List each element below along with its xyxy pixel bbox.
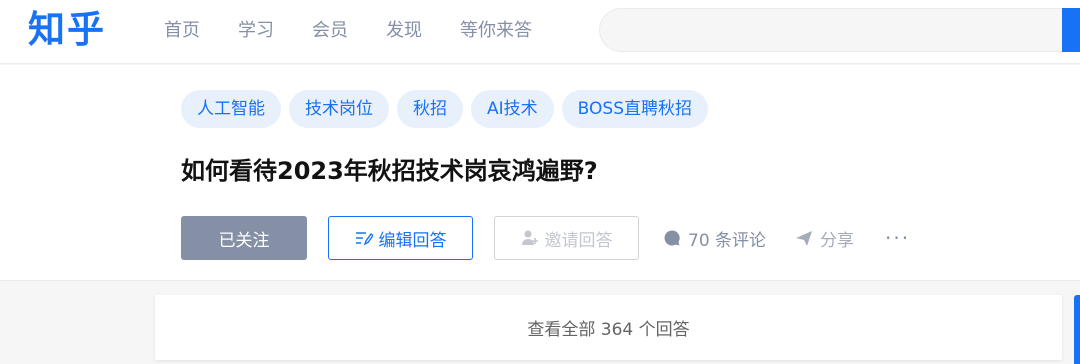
question-header: 人工智能 技术岗位 秋招 AI技术 BOSS直聘秋招 如何看待2023年秋招技术… [0,65,1080,281]
topic-tag[interactable]: 人工智能 [181,90,281,128]
nav-learn[interactable]: 学习 [238,18,274,44]
topic-tag[interactable]: 秋招 [397,90,463,128]
search-button[interactable] [1062,8,1080,52]
search-input[interactable] [600,9,1068,51]
nav-waiting-answers[interactable]: 等你来答 [460,18,532,44]
more-options-button[interactable]: ··· [885,216,910,260]
comments-button[interactable]: 70 条评论 [663,216,766,260]
topic-tag[interactable]: AI技术 [471,90,554,128]
topic-list: 人工智能 技术岗位 秋招 AI技术 BOSS直聘秋招 [181,90,716,128]
share-icon [796,231,812,246]
edit-icon [355,232,373,246]
comment-icon [664,230,680,246]
top-bar: 知乎 首页 学习 会员 发现 等你来答 [0,0,1080,64]
invite-answer-button[interactable]: 邀请回答 [494,216,639,260]
follow-label: 已关注 [218,230,270,251]
topic-tag[interactable]: 技术岗位 [289,90,389,128]
side-panel-edge [1074,295,1080,364]
follow-button[interactable]: 已关注 [181,216,307,260]
nav-discover[interactable]: 发现 [386,18,422,44]
search-box [599,8,1069,52]
invite-user-icon [521,230,538,245]
invite-answer-label: 邀请回答 [544,230,613,251]
view-all-answers-label: 查看全部 364 个回答 [527,320,690,340]
main-nav: 首页 学习 会员 发现 等你来答 [164,18,570,44]
question-actions: 已关注 编辑回答 邀请回答 70 条评论 分享 ··· [181,216,921,260]
edit-answer-button[interactable]: 编辑回答 [328,216,473,260]
zhihu-logo[interactable]: 知乎 [28,6,106,54]
share-button[interactable]: 分享 [795,216,854,260]
question-title: 如何看待2023年秋招技术岗哀鸿遍野? [181,157,598,185]
topic-tag[interactable]: BOSS直聘秋招 [561,90,708,128]
share-label: 分享 [820,230,854,251]
edit-answer-label: 编辑回答 [378,230,447,251]
comments-count: 70 条评论 [688,230,767,251]
more-icon: ··· [885,226,911,250]
nav-vip[interactable]: 会员 [312,18,348,44]
view-all-answers[interactable]: 查看全部 364 个回答 [155,295,1062,360]
nav-home[interactable]: 首页 [164,18,200,44]
